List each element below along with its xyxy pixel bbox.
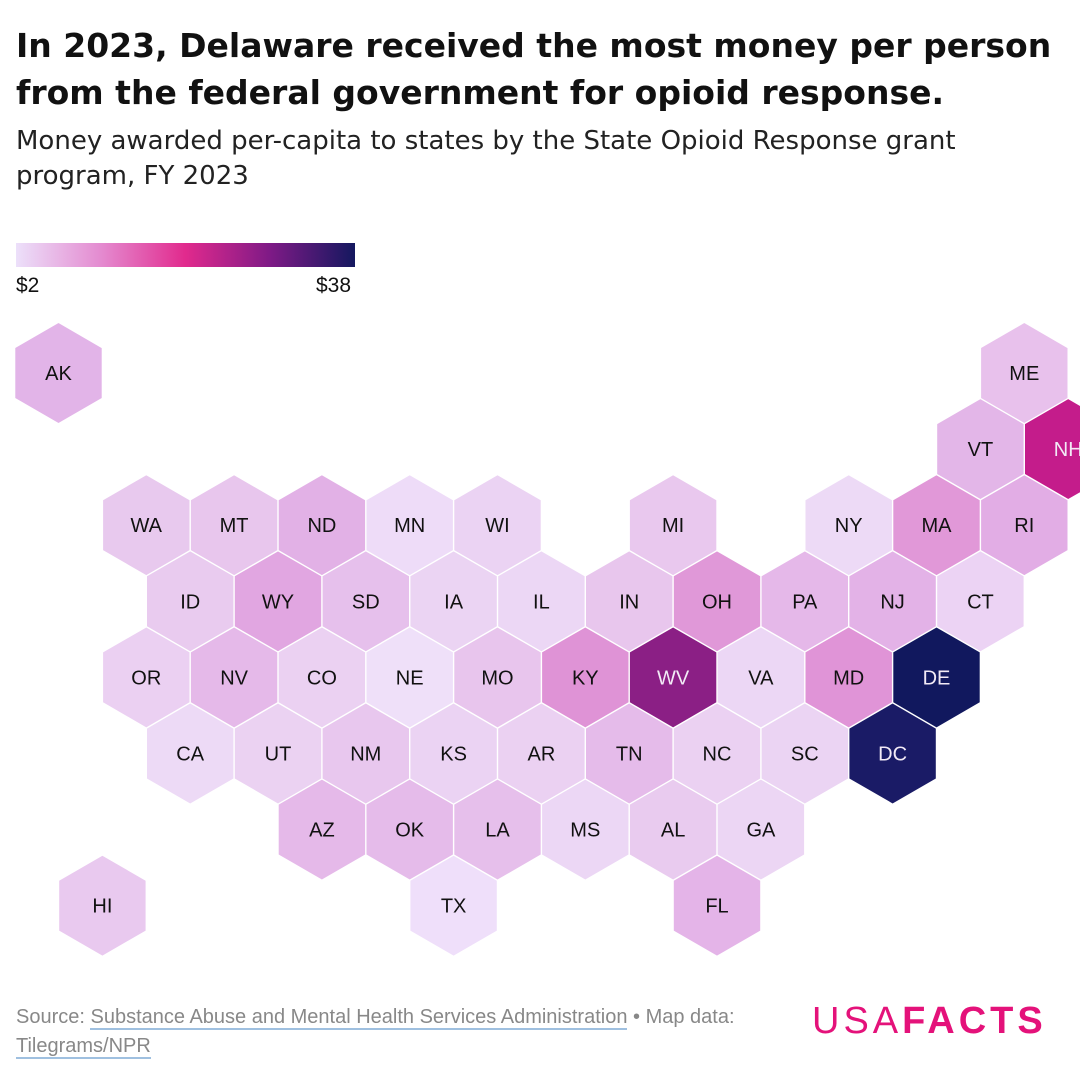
state-label: IA (444, 591, 464, 613)
state-label: ND (307, 515, 336, 537)
state-label: AZ (309, 820, 335, 842)
state-label: WV (657, 667, 690, 689)
state-label: GA (746, 820, 776, 842)
state-label: UT (265, 744, 292, 766)
state-tile-ak: AK (14, 321, 103, 425)
state-label: CT (967, 591, 994, 613)
state-label: SD (352, 591, 380, 613)
state-label: LA (485, 820, 510, 842)
state-label: WA (131, 515, 163, 537)
source-agency-link[interactable]: Substance Abuse and Mental Health Servic… (90, 1006, 628, 1030)
state-label: IN (619, 591, 639, 613)
usafacts-logo: USAFACTS (812, 1000, 1047, 1043)
legend-max-label: $38 (316, 274, 352, 297)
logo-facts: FACTS (902, 1000, 1047, 1042)
source-separator: • Map data: (627, 1006, 735, 1028)
state-label: NV (220, 667, 248, 689)
state-label: ID (180, 591, 200, 613)
state-label: NC (703, 744, 732, 766)
state-label: MD (833, 667, 864, 689)
state-label: AR (528, 744, 556, 766)
state-label: OR (131, 667, 161, 689)
source-note: Source: Substance Abuse and Mental Healt… (16, 1003, 816, 1061)
state-label: WI (485, 515, 509, 537)
state-label: NE (396, 667, 424, 689)
legend-min-label: $2 (16, 274, 40, 297)
state-label: CA (176, 744, 204, 766)
state-label: DC (878, 744, 907, 766)
state-label: IL (533, 591, 550, 613)
state-label: MN (394, 515, 425, 537)
state-label: MA (922, 515, 953, 537)
map-credit-link[interactable]: Tilegrams/NPR (16, 1035, 151, 1059)
state-label: OH (702, 591, 732, 613)
state-label: MI (662, 515, 684, 537)
state-label: TX (441, 896, 467, 918)
state-label: SC (791, 744, 819, 766)
state-label: VT (968, 439, 994, 461)
state-label: MO (481, 667, 513, 689)
page-subtitle: Money awarded per-capita to states by th… (16, 126, 956, 191)
state-label: KY (572, 667, 599, 689)
state-label: NH (1054, 439, 1080, 461)
hex-tile-map: AK ME VT NH WA MT ND MN WI MI NY MA RI ID WY SD IA IL IN OH… (14, 321, 1080, 957)
state-label: PA (792, 591, 818, 613)
state-label: DE (923, 667, 951, 689)
source-prefix: Source: (16, 1006, 91, 1028)
state-label: VA (748, 667, 774, 689)
state-label: AK (45, 363, 72, 385)
state-label: NJ (880, 591, 904, 613)
state-label: TN (616, 744, 643, 766)
state-label: FL (705, 896, 728, 918)
state-label: NY (835, 515, 863, 537)
state-label: WY (262, 591, 294, 613)
state-label: HI (92, 896, 112, 918)
state-label: MT (220, 515, 249, 537)
state-label: MS (570, 820, 600, 842)
state-label: CO (307, 667, 337, 689)
state-label: KS (440, 744, 467, 766)
logo-usa: USA (812, 1000, 903, 1042)
state-label: ME (1009, 363, 1039, 385)
state-tile-hi: HI (58, 854, 147, 957)
state-label: RI (1014, 515, 1034, 537)
legend-color-scale (16, 243, 355, 267)
state-label: NM (350, 744, 381, 766)
state-label: OK (395, 820, 425, 842)
page-title: In 2023, Delaware received the most mone… (16, 26, 1052, 112)
state-label: AL (661, 820, 685, 842)
